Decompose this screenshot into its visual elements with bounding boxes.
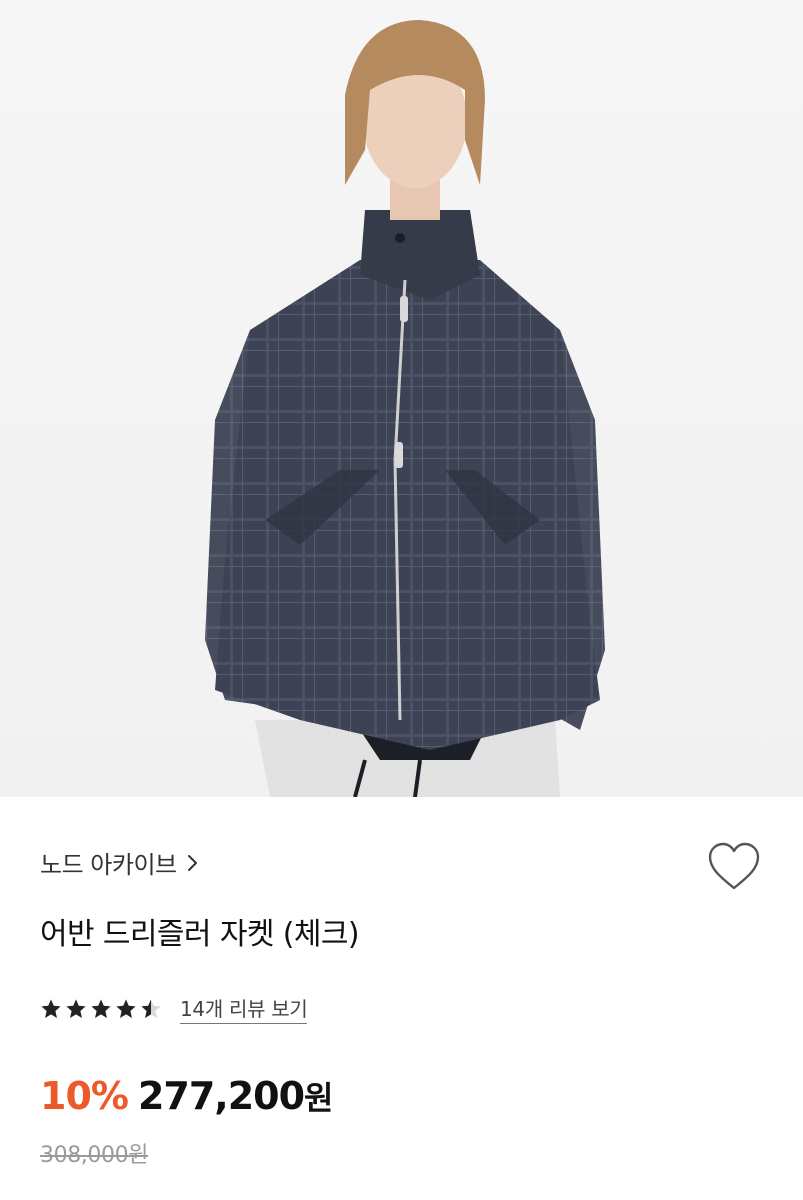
star-icon: [66, 998, 86, 1018]
chevron-right-icon: [187, 853, 199, 873]
brand-link[interactable]: 노드 아카이브: [40, 845, 199, 880]
star-icon: [91, 998, 111, 1018]
brand-name[interactable]: 노드 아카이브: [40, 845, 177, 880]
sale-price-value: 277,200: [137, 1074, 305, 1118]
sale-price: 277,200원: [137, 1073, 334, 1119]
heart-outline-icon[interactable]: [707, 841, 761, 893]
price-row: 10% 277,200원: [40, 1073, 334, 1119]
rating-row: 14개 리뷰 보기: [40, 993, 308, 1024]
star-icon: [41, 998, 61, 1018]
product-image[interactable]: [0, 0, 803, 797]
star-rating: [40, 998, 162, 1020]
star-icon: [116, 998, 136, 1018]
original-price: 308,000원: [40, 1143, 149, 1168]
price-unit: 원: [304, 1079, 333, 1117]
star-half-icon: [141, 998, 161, 1018]
review-link[interactable]: 14개 리뷰 보기: [180, 993, 308, 1024]
discount-rate: 10%: [40, 1074, 129, 1118]
like-button[interactable]: [707, 841, 761, 893]
product-photo-illustration: [205, 20, 605, 797]
product-title: 어반 드리즐러 자켓 (체크): [40, 917, 360, 952]
